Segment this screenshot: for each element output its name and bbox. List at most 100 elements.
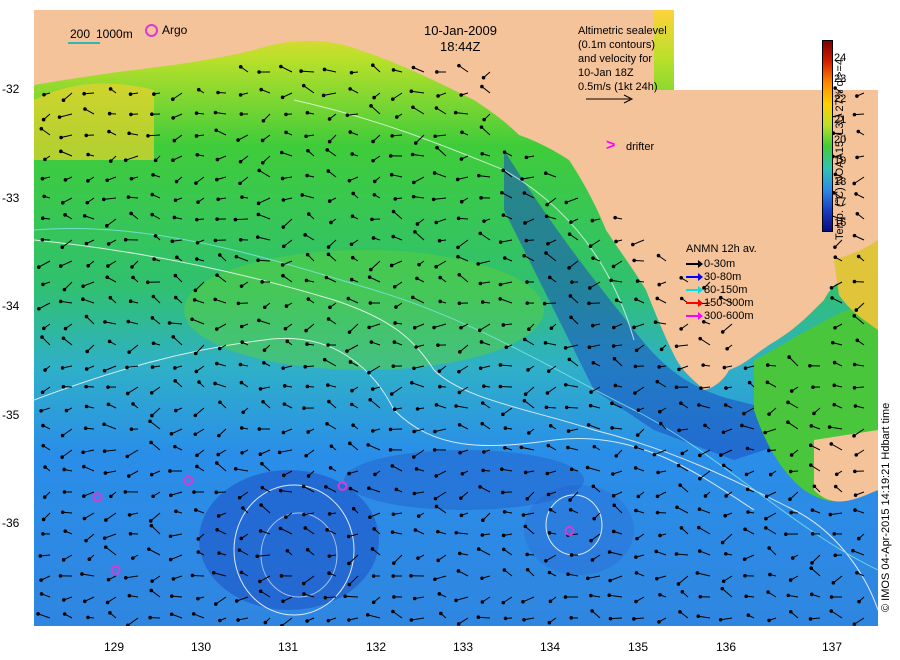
velocity-arrow-head	[42, 194, 46, 199]
velocity-arrow-head	[438, 384, 442, 389]
velocity-arrow-head	[460, 471, 465, 476]
velocity-arrow-head	[744, 472, 749, 477]
velocity-arrow-head	[349, 242, 354, 247]
velocity-arrow-head	[351, 191, 356, 196]
velocity-arrow-head	[328, 466, 333, 470]
velocity-arrow-head	[856, 129, 861, 134]
velocity-arrow-head	[634, 571, 639, 575]
velocity-arrow-head	[610, 401, 614, 406]
velocity-arrow-head	[302, 512, 306, 517]
velocity-arrow-head	[367, 370, 371, 375]
velocity-arrow-head	[410, 295, 415, 300]
velocity-arrow-head	[586, 423, 591, 427]
velocity-arrow-head	[214, 327, 219, 331]
velocity-arrow-head	[279, 574, 284, 578]
velocity-arrow-head	[636, 494, 641, 499]
velocity-arrow-head	[391, 209, 396, 214]
velocity-arrow-head	[43, 465, 47, 469]
velocity-arrow-head	[585, 465, 590, 470]
velocity-arrow-head	[169, 493, 173, 498]
velocity-arrow-head	[126, 623, 130, 626]
velocity-arrow-head	[657, 620, 661, 624]
velocity-arrow-head	[635, 536, 639, 541]
velocity-arrow-head	[480, 84, 484, 89]
map-date: 10-Jan-2009	[424, 23, 497, 38]
velocity-arrow-head	[259, 87, 264, 92]
velocity-arrow-head	[173, 198, 178, 203]
velocity-arrow-head	[566, 429, 571, 433]
velocity-arrow-head	[390, 134, 394, 138]
velocity-arrow-head	[170, 239, 175, 244]
velocity-arrow-head	[631, 242, 635, 247]
velocity-arrow-head	[632, 325, 636, 330]
velocity-arrow-head	[323, 595, 328, 600]
anmn-legend-title: ANMN 12h av.	[686, 243, 757, 255]
temperature-colorbar	[822, 40, 833, 232]
velocity-arrow-head	[852, 112, 857, 117]
velocity-arrow-head	[368, 515, 372, 519]
velocity-arrow-head	[193, 432, 198, 437]
velocity-arrow-head	[41, 443, 46, 448]
velocity-arrow-head	[371, 139, 375, 144]
velocity-arrow-head	[697, 403, 701, 407]
velocity-arrow-head	[62, 287, 67, 292]
velocity-arrow-head	[608, 578, 612, 583]
velocity-arrow-head	[655, 510, 660, 515]
velocity-arrow-head	[566, 445, 570, 450]
velocity-arrow-head	[369, 104, 373, 108]
velocity-arrow-head	[432, 171, 437, 175]
velocity-arrow-head	[611, 325, 616, 330]
velocity-arrow-head	[391, 68, 396, 72]
velocity-arrow-head	[391, 609, 395, 614]
velocity-arrow-head	[371, 600, 376, 605]
velocity-arrow-head	[147, 547, 151, 551]
velocity-arrow-head	[588, 244, 593, 248]
velocity-arrow-head	[102, 536, 107, 540]
velocity-arrow-head	[569, 467, 574, 472]
velocity-arrow-head	[105, 275, 110, 280]
drifter-icon: >	[606, 137, 616, 154]
velocity-arrow-head	[367, 275, 372, 279]
velocity-arrow-head	[633, 391, 637, 395]
velocity-arrow-head	[150, 413, 154, 418]
velocity-arrow-head	[279, 64, 283, 69]
velocity-arrow-head	[238, 93, 243, 97]
velocity-arrow-head	[174, 408, 178, 413]
velocity-arrow-head	[698, 476, 702, 481]
velocity-arrow-head	[676, 463, 681, 468]
velocity-arrow-head	[218, 253, 222, 257]
velocity-arrow-head	[239, 426, 244, 430]
velocity-arrow-head	[788, 497, 792, 502]
velocity-arrow-head	[152, 257, 156, 261]
velocity-arrow-head	[545, 471, 550, 476]
velocity-arrow-head	[347, 441, 352, 446]
velocity-arrow-head	[416, 556, 420, 560]
velocity-arrow-head	[480, 300, 485, 304]
velocity-arrow-head	[827, 425, 832, 429]
velocity-arrow-head	[852, 434, 856, 438]
velocity-arrow-head	[86, 615, 90, 620]
velocity-arrow-head	[238, 181, 242, 186]
velocity-arrow-head	[40, 216, 45, 221]
velocity-arrow-head	[350, 402, 354, 407]
y-tick-2: -33	[2, 191, 20, 205]
velocity-arrow-head	[855, 94, 859, 98]
velocity-arrow-head	[857, 599, 861, 604]
velocity-arrow-head	[103, 320, 107, 324]
velocity-arrow-head	[102, 368, 107, 373]
velocity-arrow-head	[261, 399, 265, 404]
x-tick-132: 132	[365, 640, 387, 654]
velocity-arrow-head	[453, 110, 458, 115]
velocity-arrow-head	[372, 192, 377, 197]
velocity-arrow-head	[218, 618, 222, 623]
velocity-arrow-head	[587, 301, 591, 306]
velocity-arrow-head	[304, 134, 308, 139]
velocity-arrow-head	[215, 361, 219, 366]
velocity-arrow-head	[103, 471, 108, 475]
velocity-arrow-head	[832, 360, 837, 365]
velocity-arrow-head	[241, 410, 245, 415]
velocity-arrow-head	[216, 90, 220, 95]
velocity-arrow-head	[591, 360, 596, 365]
velocity-arrow-head	[81, 284, 85, 288]
velocity-arrow-head	[239, 112, 244, 116]
